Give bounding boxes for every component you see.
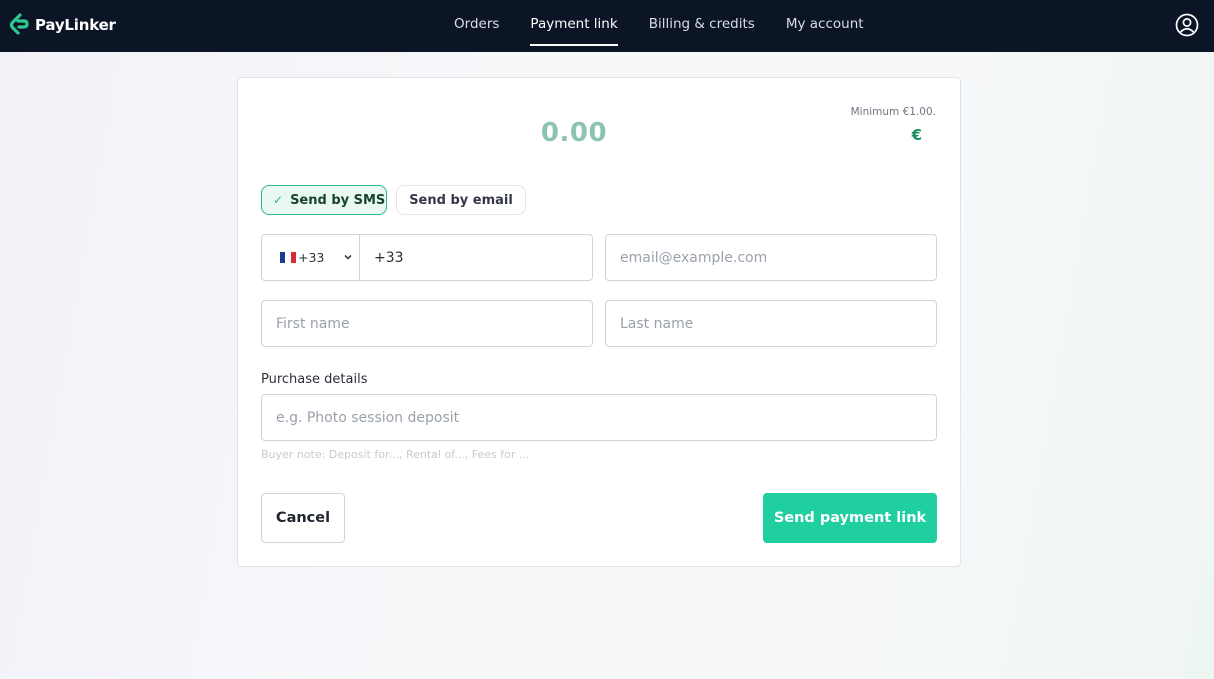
send-by-sms-label: Send by SMS bbox=[290, 192, 386, 208]
top-navigation-bar: PayLinker Orders Payment link Billing & … bbox=[0, 0, 1214, 52]
email-field bbox=[605, 234, 937, 281]
send-by-email-toggle[interactable]: Send by email bbox=[396, 185, 526, 215]
main-nav: Orders Payment link Billing & credits My… bbox=[454, 0, 895, 52]
paylinker-logo-icon bbox=[9, 13, 29, 35]
check-icon: ✓ bbox=[273, 193, 284, 207]
country-code-select[interactable]: +33 bbox=[262, 235, 360, 280]
send-by-sms-toggle[interactable]: ✓ Send by SMS bbox=[261, 185, 387, 215]
minimum-amount-label: Minimum €1.00. bbox=[850, 106, 936, 118]
phone-field: +33 bbox=[261, 234, 593, 281]
last-name-field bbox=[605, 300, 937, 347]
currency-symbol: € bbox=[911, 126, 922, 144]
purchase-details-hint: Buyer note: Deposit for..., Rental of...… bbox=[261, 448, 530, 461]
country-code-value: +33 bbox=[298, 250, 325, 265]
phone-number-input[interactable] bbox=[360, 235, 592, 280]
nav-billing-credits[interactable]: Billing & credits bbox=[649, 0, 755, 52]
payment-link-form: 0.00 Minimum €1.00. € ✓ Send by SMS Send… bbox=[237, 77, 961, 567]
phone-number-wrapper bbox=[360, 235, 592, 280]
user-account-icon[interactable] bbox=[1175, 13, 1199, 37]
amount-input[interactable]: 0.00 bbox=[438, 118, 710, 148]
purchase-details-field bbox=[261, 394, 937, 441]
send-payment-link-button[interactable]: Send payment link bbox=[763, 493, 937, 543]
chevron-down-icon bbox=[344, 254, 352, 260]
last-name-input[interactable] bbox=[606, 301, 936, 346]
brand-name: PayLinker bbox=[35, 16, 116, 34]
brand-logo[interactable]: PayLinker bbox=[9, 13, 116, 37]
nav-orders[interactable]: Orders bbox=[454, 0, 499, 52]
first-name-field bbox=[261, 300, 593, 347]
nav-payment-link[interactable]: Payment link bbox=[530, 0, 618, 52]
purchase-details-input[interactable] bbox=[262, 395, 936, 440]
france-flag-icon bbox=[280, 252, 296, 263]
nav-my-account[interactable]: My account bbox=[786, 0, 864, 52]
email-input[interactable] bbox=[606, 235, 936, 280]
cancel-button[interactable]: Cancel bbox=[261, 493, 345, 543]
first-name-input[interactable] bbox=[262, 301, 592, 346]
send-by-email-label: Send by email bbox=[409, 192, 513, 208]
purchase-details-label: Purchase details bbox=[261, 372, 368, 387]
